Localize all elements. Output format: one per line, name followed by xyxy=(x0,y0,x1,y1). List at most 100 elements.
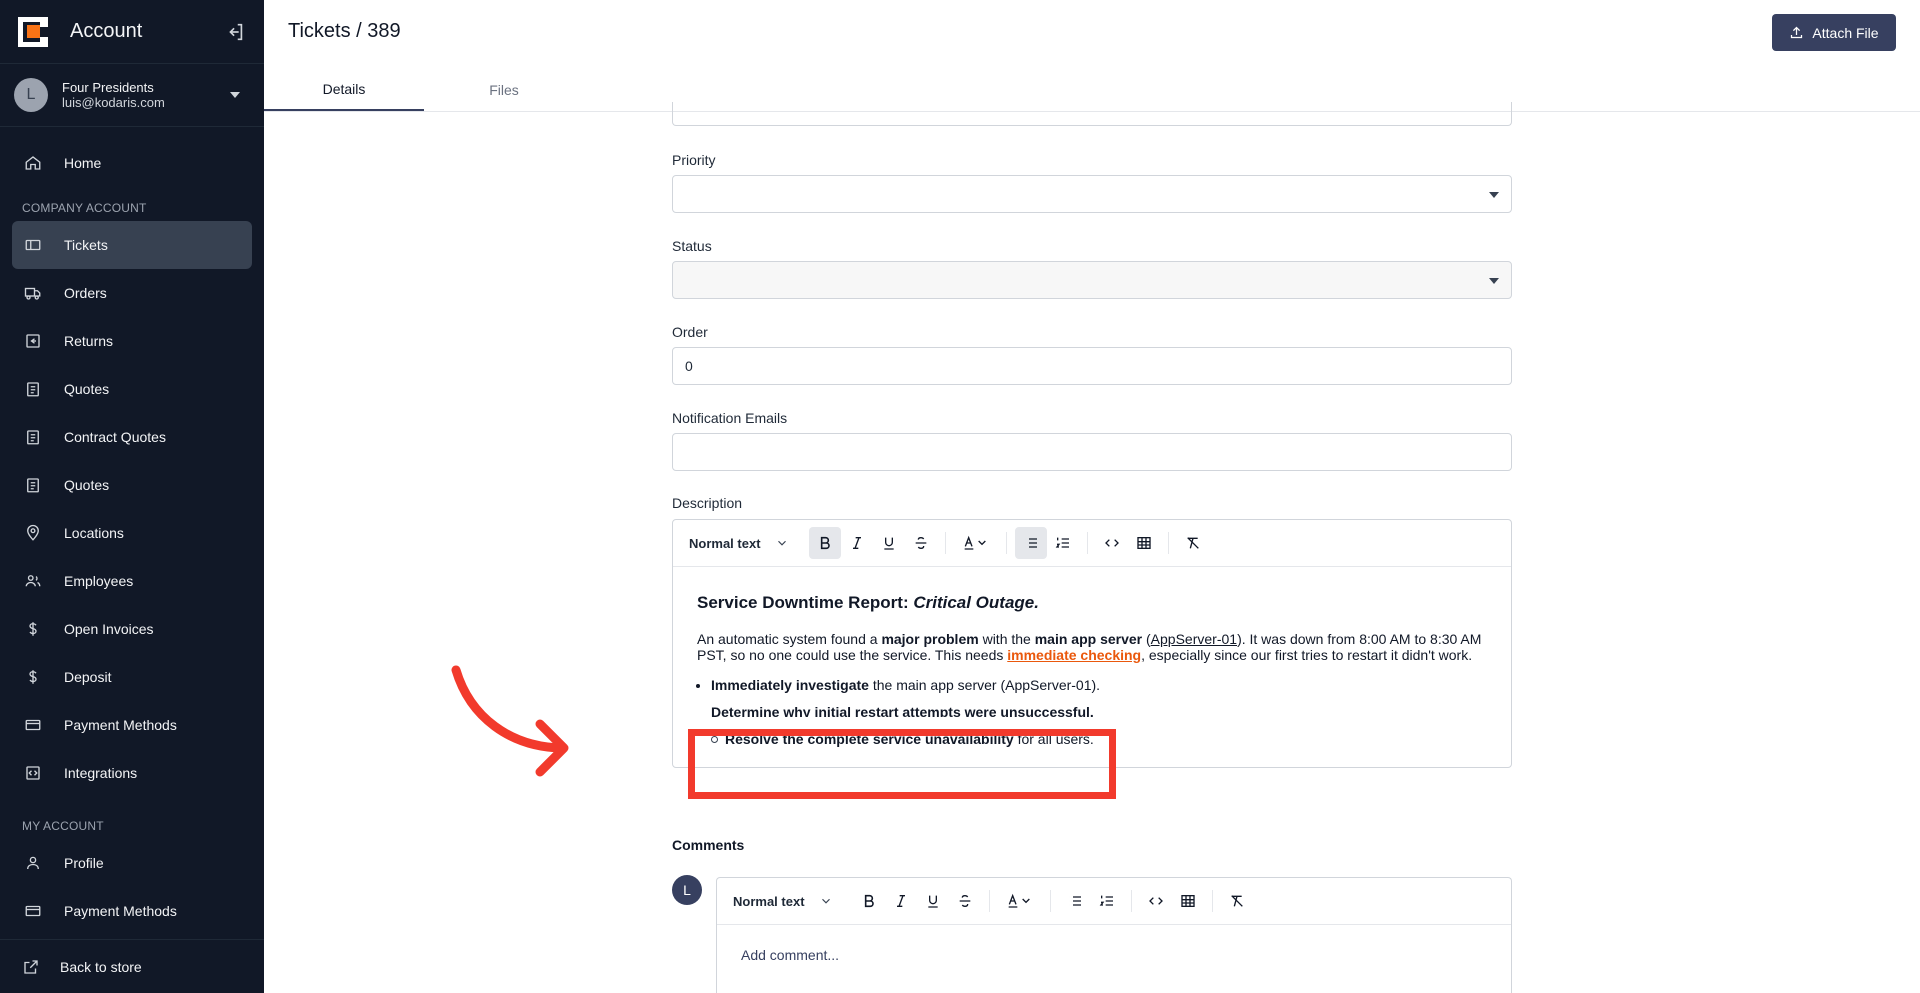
sidebar-item-orders[interactable]: Orders xyxy=(12,269,252,317)
account-switcher[interactable]: L Four Presidents luis@kodaris.com xyxy=(0,64,264,127)
code-icon xyxy=(1148,897,1163,905)
commenter-avatar: L xyxy=(672,875,702,905)
clipboard-icon xyxy=(27,478,39,493)
previous-field[interactable] xyxy=(672,102,1512,126)
underline-button[interactable] xyxy=(917,885,949,917)
caret-down-icon xyxy=(230,92,240,98)
sidebar-item-profile[interactable]: Profile xyxy=(12,839,252,887)
comment-toolbar: Normal text xyxy=(717,878,1511,925)
comment-editor[interactable]: Normal text Add comment... xyxy=(716,877,1512,993)
sidebar-nav: Home COMPANY ACCOUNT Tickets Orders Retu… xyxy=(0,127,264,935)
italic-button[interactable] xyxy=(885,885,917,917)
status-select[interactable] xyxy=(672,261,1512,299)
description-heading: Service Downtime Report: Critical Outage… xyxy=(697,593,1039,612)
underline-icon xyxy=(883,537,894,550)
sidebar-header: Account xyxy=(0,0,264,64)
sidebar-item-label: Quotes xyxy=(64,477,110,493)
numbered-list-button[interactable] xyxy=(1047,527,1079,559)
upload-icon xyxy=(1791,26,1803,39)
logout-icon[interactable] xyxy=(224,21,246,43)
priority-select[interactable] xyxy=(672,175,1512,213)
text-style-label: Normal text xyxy=(733,893,805,909)
table-button[interactable] xyxy=(1172,885,1204,917)
numbered-list-icon xyxy=(1099,895,1113,906)
avatar: L xyxy=(14,78,48,112)
code-button[interactable] xyxy=(1140,885,1172,917)
italic-button[interactable] xyxy=(841,527,873,559)
sidebar-item-home[interactable]: Home xyxy=(12,139,252,187)
text-color-button[interactable] xyxy=(954,527,998,559)
comment-text-style-dropdown[interactable]: Normal text xyxy=(733,894,833,909)
order-label: Order xyxy=(672,324,708,340)
user-icon xyxy=(27,856,39,870)
strikethrough-button[interactable] xyxy=(905,527,937,559)
back-to-store-link[interactable]: Back to store xyxy=(0,939,264,993)
sidebar-item-tickets[interactable]: Tickets xyxy=(12,221,252,269)
sidebar-item-label: Returns xyxy=(64,333,114,349)
numbered-list-button[interactable] xyxy=(1091,885,1123,917)
bold-button[interactable] xyxy=(808,527,841,559)
bullet-list-button[interactable] xyxy=(1059,885,1091,917)
sidebar-item-label: Orders xyxy=(64,285,107,301)
clipboard-icon xyxy=(27,430,39,445)
table-button[interactable] xyxy=(1128,527,1160,559)
code-button[interactable] xyxy=(1096,527,1128,559)
notification-emails-input[interactable] xyxy=(672,433,1512,471)
attach-file-button[interactable]: Attach File xyxy=(1772,14,1896,51)
order-input[interactable]: 0 xyxy=(672,347,1512,385)
sidebar-item-deposit[interactable]: Deposit xyxy=(12,653,252,701)
tab-files[interactable]: Files xyxy=(424,69,584,111)
sidebar-item-label: Open Invoices xyxy=(64,621,154,637)
ticket-icon xyxy=(25,239,41,251)
text-color-button[interactable] xyxy=(998,885,1042,917)
kodaris-logo[interactable] xyxy=(18,16,48,47)
table-icon xyxy=(1180,895,1195,907)
caret-down-icon xyxy=(1489,192,1499,198)
tab-details[interactable]: Details xyxy=(264,69,424,111)
sidebar-item-quotes-2[interactable]: Quotes xyxy=(12,461,252,509)
strikethrough-button[interactable] xyxy=(949,885,981,917)
bold-button[interactable] xyxy=(853,885,885,917)
bullet-list-icon xyxy=(1025,538,1037,548)
sidebar-item-my-payment-methods[interactable]: Payment Methods xyxy=(12,887,252,935)
sidebar-item-label: Tickets xyxy=(64,237,108,253)
sidebar-item-returns[interactable]: Returns xyxy=(12,317,252,365)
sidebar-item-quotes[interactable]: Quotes xyxy=(12,365,252,413)
list-item: Immediately investigate the main app ser… xyxy=(711,677,1487,693)
clear-format-icon xyxy=(1230,895,1243,907)
clear-format-icon xyxy=(1186,537,1199,549)
annotation-arrow-icon xyxy=(451,665,569,777)
sidebar-item-payment-methods[interactable]: Payment Methods xyxy=(12,701,252,749)
bullet-list-button[interactable] xyxy=(1014,527,1047,559)
comment-input[interactable]: Add comment... xyxy=(717,925,1511,985)
appserver-link[interactable]: AppServer-01 xyxy=(1151,631,1237,647)
italic-icon xyxy=(852,537,861,549)
bullet-list-icon xyxy=(1069,896,1081,906)
description-label: Description xyxy=(672,495,743,511)
return-icon xyxy=(26,334,40,348)
sidebar-item-contract-quotes[interactable]: Contract Quotes xyxy=(12,413,252,461)
breadcrumb: Tickets / 389 xyxy=(288,20,401,42)
back-to-store-label: Back to store xyxy=(60,958,142,975)
map-pin-icon xyxy=(27,524,39,541)
text-color-icon xyxy=(1008,893,1030,908)
section-my-account: MY ACCOUNT xyxy=(22,819,104,833)
clear-format-button[interactable] xyxy=(1221,885,1253,917)
sidebar-item-label: Payment Methods xyxy=(64,717,177,733)
immediate-checking-link[interactable]: immediate checking xyxy=(1007,647,1141,663)
sidebar-item-open-invoices[interactable]: Open Invoices xyxy=(12,605,252,653)
main-content: Tickets / 389 Attach File Details Files … xyxy=(264,0,1920,993)
comments-label: Comments xyxy=(672,837,745,853)
truck-icon xyxy=(24,287,41,300)
sidebar-item-label: Quotes xyxy=(64,381,110,397)
text-style-dropdown[interactable]: Normal text xyxy=(689,536,789,551)
chevron-down-icon xyxy=(821,898,830,904)
sidebar-item-integrations[interactable]: Integrations xyxy=(12,749,252,797)
underline-button[interactable] xyxy=(873,527,905,559)
attach-file-label: Attach File xyxy=(1812,24,1879,41)
sidebar-item-locations[interactable]: Locations xyxy=(12,509,252,557)
sidebar-item-employees[interactable]: Employees xyxy=(12,557,252,605)
clear-format-button[interactable] xyxy=(1177,527,1209,559)
strikethrough-icon xyxy=(959,894,970,908)
section-company-account: COMPANY ACCOUNT xyxy=(22,201,147,215)
